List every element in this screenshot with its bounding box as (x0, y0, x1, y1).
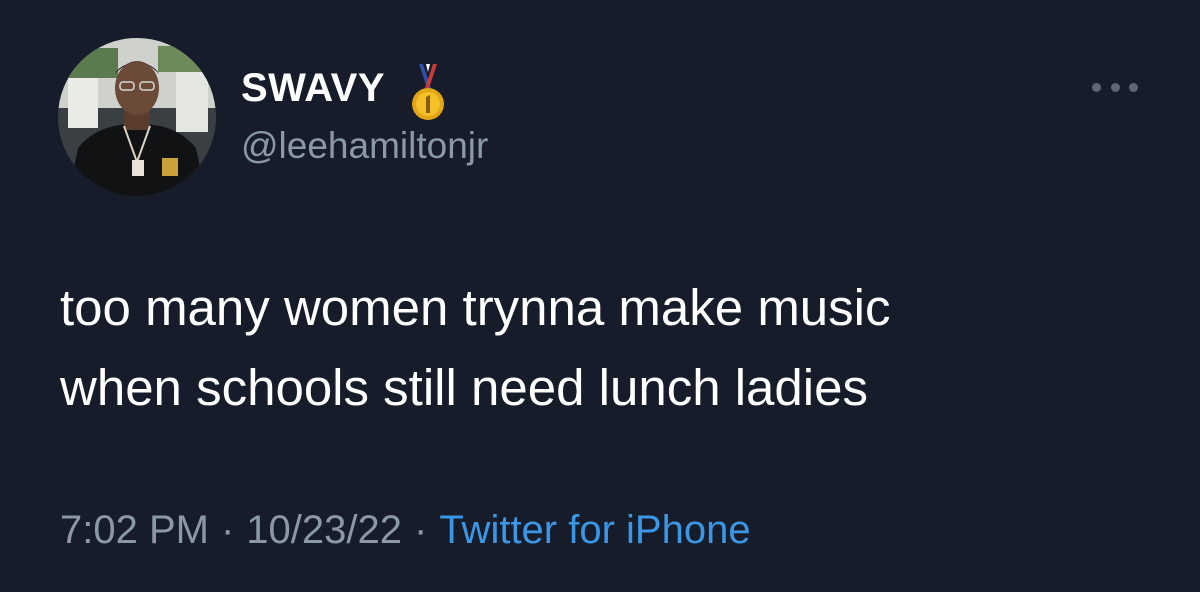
author-handle[interactable]: @leehamiltonjr (241, 124, 488, 168)
tweet-meta: 7:02 PM · 10/23/22 · Twitter for iPhone (60, 506, 751, 554)
medal-icon (412, 64, 445, 120)
more-dot (1129, 82, 1138, 92)
avatar-photo (58, 38, 216, 196)
tweet-line: when schools still need lunch ladies (60, 359, 868, 416)
more-horizontal-icon[interactable] (1092, 72, 1138, 102)
more-dot (1092, 82, 1101, 92)
tweet-source-link[interactable]: Twitter for iPhone (439, 508, 750, 552)
meta-separator: · (220, 508, 235, 552)
tweet-time[interactable]: 7:02 PM (60, 508, 209, 552)
more-dot (1110, 82, 1120, 92)
meta-separator: · (414, 508, 428, 552)
avatar[interactable] (58, 38, 216, 196)
display-name[interactable]: SWAVY (241, 64, 385, 112)
tweet-text: too many women trynna make music when sc… (60, 268, 1170, 428)
tweet-date[interactable]: 10/23/22 (246, 508, 402, 552)
tweet-card: SWAVY @leehamiltonjr too many women tryn… (0, 0, 1200, 592)
author-name-row: SWAVY (241, 64, 449, 120)
tweet-line: too many women trynna make music (60, 279, 891, 336)
